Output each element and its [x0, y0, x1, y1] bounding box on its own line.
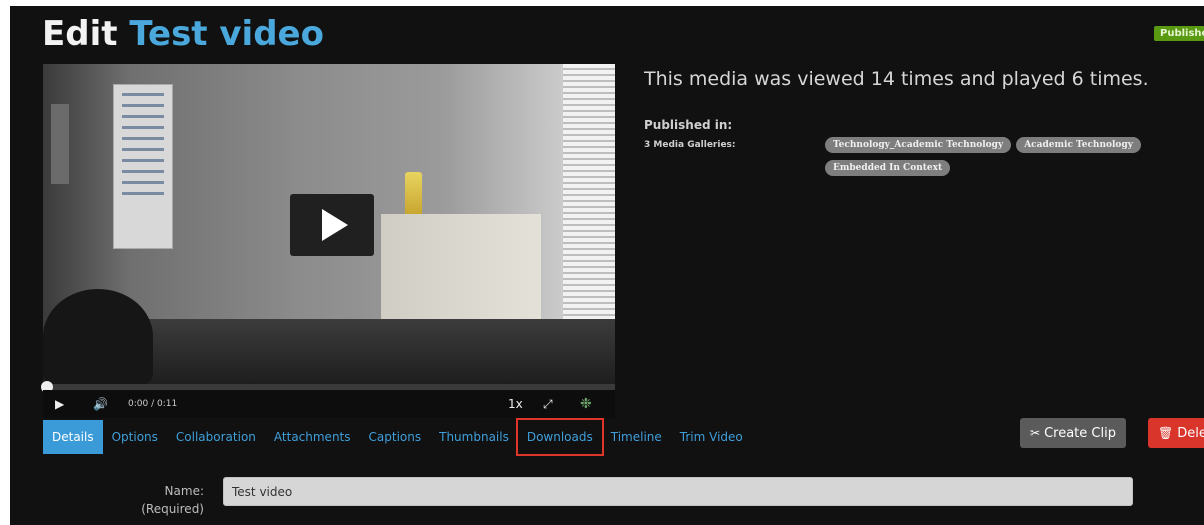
delete-button[interactable]: 🗑 Delete [1148, 418, 1204, 448]
player-controls: ▶ 🔊 0:00 / 0:11 1x ⤢ ❉ [43, 390, 615, 418]
page-title: Edit Test video [42, 14, 324, 54]
gallery-tag[interactable]: Technology_Academic Technology [825, 137, 1012, 153]
name-field-label: Name: (Required) [120, 482, 204, 518]
scissors-icon: ✂ [1030, 426, 1041, 440]
tab-collaboration[interactable]: Collaboration [167, 420, 265, 454]
tab-downloads[interactable]: Downloads [515, 418, 604, 456]
status-badge: Publishe [1154, 26, 1204, 41]
tab-thumbnails[interactable]: Thumbnails [430, 420, 518, 454]
big-play-button[interactable] [290, 194, 374, 256]
tab-trim-video[interactable]: Trim Video [671, 420, 752, 454]
tab-captions[interactable]: Captions [360, 420, 431, 454]
galleries-count-label: 3 Media Galleries: [644, 140, 736, 150]
video-scene-chair [43, 289, 153, 384]
page-title-media-name: Test video [129, 14, 324, 54]
tab-attachments[interactable]: Attachments [265, 420, 360, 454]
video-scene-board [51, 104, 69, 184]
player-logo-icon: ❉ [580, 396, 592, 412]
name-input[interactable] [223, 477, 1133, 506]
playback-speed-button[interactable]: 1x [508, 390, 523, 418]
required-label-text: (Required) [141, 502, 204, 516]
published-in-label: Published in: [644, 118, 733, 132]
tab-options[interactable]: Options [103, 420, 167, 454]
tab-details[interactable]: Details [43, 420, 103, 454]
fullscreen-icon[interactable]: ⤢ [543, 390, 553, 418]
page-title-prefix: Edit [42, 14, 118, 54]
video-scene-can [405, 172, 422, 214]
volume-icon[interactable]: 🔊 [93, 390, 108, 418]
media-stats: This media was viewed 14 times and playe… [644, 68, 1149, 90]
create-clip-button[interactable]: ✂ Create Clip [1020, 418, 1126, 448]
video-frame[interactable] [43, 64, 615, 384]
trash-icon: 🗑 [1158, 426, 1174, 440]
video-scene-poster [113, 84, 173, 249]
edit-media-screen: Edit Test video Publishe ▶ 🔊 0:00 / 0:11… [10, 6, 1204, 525]
gallery-tags: Technology_Academic Technology Academic … [825, 137, 1197, 176]
create-clip-label: Create Clip [1044, 425, 1116, 441]
play-icon[interactable]: ▶ [55, 390, 64, 418]
edit-tabs: Details Options Collaboration Attachment… [43, 418, 752, 456]
name-label-text: Name: [164, 484, 204, 498]
page: Edit Test video Publishe ▶ 🔊 0:00 / 0:11… [0, 0, 1204, 525]
video-scene-window [563, 64, 615, 334]
tab-timeline[interactable]: Timeline [602, 420, 671, 454]
video-player[interactable]: ▶ 🔊 0:00 / 0:11 1x ⤢ ❉ [41, 64, 615, 418]
gallery-tag[interactable]: Academic Technology [1016, 137, 1141, 153]
delete-label: Delete [1177, 425, 1204, 441]
gallery-tag[interactable]: Embedded In Context [825, 160, 951, 176]
time-display: 0:00 / 0:11 [128, 399, 178, 409]
